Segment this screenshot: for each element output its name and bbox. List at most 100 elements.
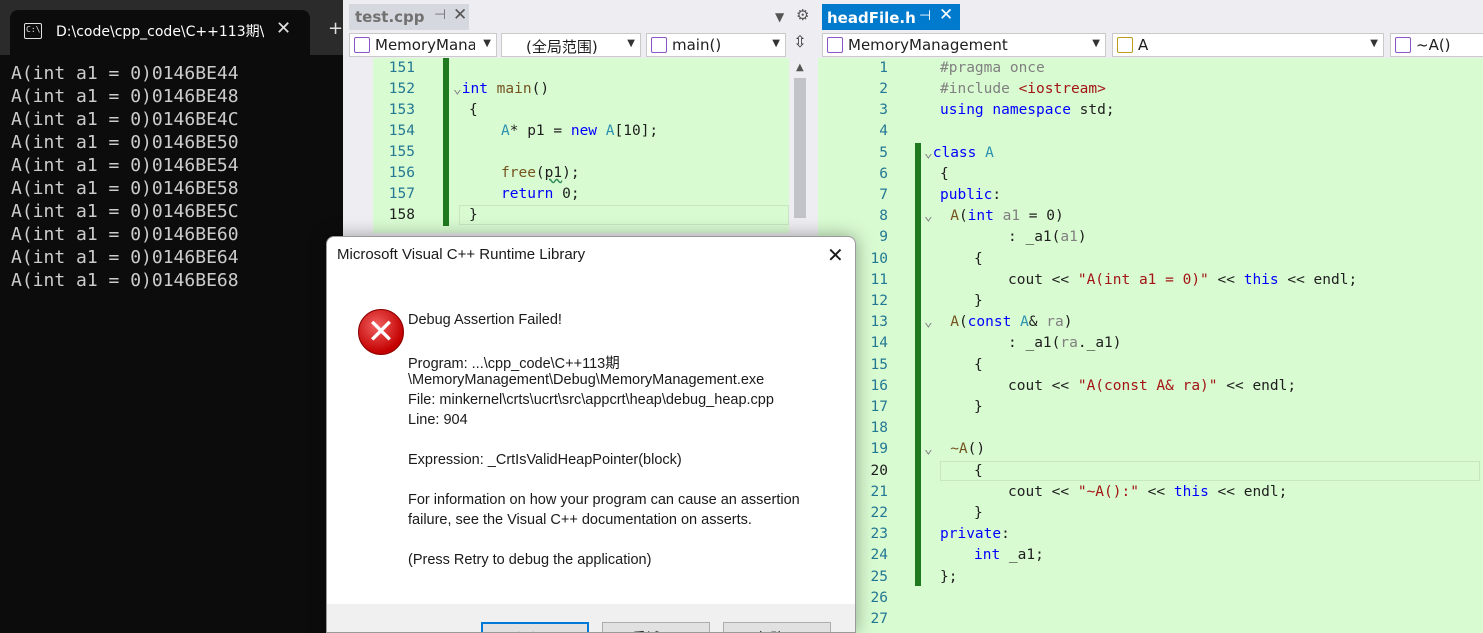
close-icon[interactable]: ✕ xyxy=(453,5,467,25)
code-line: ⌄int main() xyxy=(453,81,550,97)
method-icon xyxy=(651,37,667,53)
pin-icon[interactable]: ⊣ xyxy=(434,7,446,23)
line-number: 7 xyxy=(879,187,888,203)
new-tab-icon[interactable]: + xyxy=(328,18,343,39)
line-number-line: Line: 904 xyxy=(408,412,468,428)
line-number: 154 xyxy=(388,123,415,139)
navigation-bar: MemoryMana ▼ (全局范围) ▼ main() ▼ ⇳ xyxy=(343,30,818,58)
scrollbar-thumb[interactable] xyxy=(794,78,806,218)
tab-test-cpp[interactable]: test.cpp ⊣ ✕ xyxy=(349,4,469,30)
console-line: A(int a1 = 0)0146BE48 xyxy=(11,86,239,107)
line-number: 151 xyxy=(388,60,415,76)
file-line: File: minkernel\crts\ucrt\src\appcrt\hea… xyxy=(408,392,774,408)
console-tab-title: D:\code\cpp_code\C++113期\I xyxy=(56,24,264,40)
tab-bar: test.cpp ⊣ ✕ ▼ ⚙ xyxy=(343,0,818,32)
console-line: A(int a1 = 0)0146BE60 xyxy=(11,224,239,245)
split-window-icon[interactable]: ⇳ xyxy=(789,32,811,54)
line-number: 5 xyxy=(879,145,888,161)
retry-button[interactable]: 重试(R) xyxy=(602,622,710,632)
project-icon xyxy=(827,37,843,53)
close-icon[interactable]: ✕ xyxy=(827,243,844,267)
tab-list-dropdown-icon[interactable]: ▼ xyxy=(775,10,784,24)
collapse-icon[interactable]: ⌄ xyxy=(924,145,933,161)
code-line: cout << "A(const A& ra)" << endl; xyxy=(1008,378,1297,394)
error-icon: ✕ xyxy=(358,309,404,355)
collapse-icon[interactable]: ⌄ xyxy=(924,208,933,224)
line-number: 2 xyxy=(879,81,888,97)
scope-combo[interactable]: (全局范围) ▼ xyxy=(501,33,641,57)
gear-icon[interactable]: ⚙ xyxy=(796,6,809,24)
code-line: ⌄ A(const A& ra) xyxy=(924,314,1073,330)
vertical-scrollbar[interactable]: ▲ xyxy=(790,58,812,233)
info-line: For information on how your program can … xyxy=(408,492,800,508)
line-number: 156 xyxy=(388,165,415,181)
code-line: ⌄class A xyxy=(924,145,994,161)
member-combo[interactable]: main() ▼ xyxy=(646,33,786,57)
chevron-down-icon: ▼ xyxy=(1370,38,1378,49)
scope-combo-value: (全局范围) xyxy=(526,38,598,56)
project-combo-value: MemoryManagement xyxy=(848,36,1008,54)
code-line: : _a1(ra._a1) xyxy=(1008,335,1122,351)
code-line: } xyxy=(974,293,983,309)
line-number: 3 xyxy=(879,102,888,118)
code-line: ⌄ A(int a1 = 0) xyxy=(924,208,1064,224)
assertion-dialog: Microsoft Visual C++ Runtime Library ✕ ✕… xyxy=(326,236,856,633)
console-window: C:\ D:\code\cpp_code\C++113期\I ✕ + A(int… xyxy=(0,0,343,633)
close-icon[interactable]: ✕ xyxy=(939,5,953,25)
expression-line: Expression: _CrtIsValidHeapPointer(block… xyxy=(408,452,682,468)
line-number: 155 xyxy=(388,144,415,160)
code-line: } xyxy=(974,399,983,415)
code-line: { xyxy=(974,357,983,373)
code-line: cout << "~A():" << this << endl; xyxy=(1008,484,1288,500)
current-line-highlight xyxy=(940,461,1480,481)
line-number: 6 xyxy=(879,166,888,182)
code-line: ⌄ ~A() xyxy=(924,441,986,457)
scroll-up-icon[interactable]: ▲ xyxy=(796,62,804,73)
class-combo[interactable]: A ▼ xyxy=(1112,33,1384,57)
collapse-icon[interactable]: ⌄ xyxy=(453,81,462,97)
ignore-button[interactable]: 忽略(I) xyxy=(723,622,831,632)
abort-button[interactable]: 中止(A) xyxy=(481,622,589,632)
console-tab[interactable]: C:\ D:\code\cpp_code\C++113期\I ✕ xyxy=(10,10,310,55)
line-number: 8 xyxy=(879,208,888,224)
code-line: } xyxy=(974,505,983,521)
tab-headfile-h[interactable]: headFile.h ⊣ ✕ xyxy=(822,4,960,32)
code-line: A* p1 = new A[10]; xyxy=(501,123,659,139)
member-combo-value: ~A() xyxy=(1416,36,1451,54)
member-combo[interactable]: ~A() xyxy=(1390,33,1483,57)
console-line: A(int a1 = 0)0146BE50 xyxy=(11,132,239,153)
line-number: 153 xyxy=(388,102,415,118)
code-line: #include <iostream> xyxy=(940,81,1106,97)
code-line: }; xyxy=(940,569,958,585)
pin-icon[interactable]: ⊣ xyxy=(919,8,931,24)
retry-hint: (Press Retry to debug the application) xyxy=(408,552,652,568)
console-line: A(int a1 = 0)0146BE68 xyxy=(11,270,239,291)
chevron-down-icon: ▼ xyxy=(1092,38,1100,49)
program-line: Program: ...\cpp_code\C++113期 xyxy=(408,356,620,372)
code-line: return 0; xyxy=(501,186,580,202)
tab-label: test.cpp xyxy=(355,8,425,26)
method-icon xyxy=(1395,37,1411,53)
code-line: public: xyxy=(940,187,1002,203)
class-icon xyxy=(1117,37,1133,53)
info-line: failure, see the Visual C++ documentatio… xyxy=(408,512,752,528)
code-line: int _a1; xyxy=(974,547,1044,563)
console-output: A(int a1 = 0)0146BE44 A(int a1 = 0)0146B… xyxy=(11,62,239,292)
console-line: A(int a1 = 0)0146BE5C xyxy=(11,201,239,222)
code-line: #pragma once xyxy=(940,60,1045,76)
project-combo-value: MemoryMana xyxy=(375,36,475,54)
collapse-icon[interactable]: ⌄ xyxy=(924,314,933,330)
close-icon[interactable]: ✕ xyxy=(276,18,291,39)
current-line-number: 158 xyxy=(388,207,415,223)
console-line: A(int a1 = 0)0146BE44 xyxy=(11,63,239,84)
change-indicator xyxy=(915,143,921,586)
code-line: free(p1); xyxy=(501,165,580,181)
project-combo[interactable]: MemoryMana ▼ xyxy=(349,33,497,57)
code-line: { xyxy=(974,463,983,479)
collapse-icon[interactable]: ⌄ xyxy=(924,441,933,457)
console-line: A(int a1 = 0)0146BE64 xyxy=(11,247,239,268)
code-line: { xyxy=(974,251,983,267)
project-combo[interactable]: MemoryManagement ▼ xyxy=(822,33,1106,57)
class-combo-value: A xyxy=(1138,36,1149,54)
code-area[interactable]: 151 152 153 154 155 156 157 158 ⌄int mai… xyxy=(373,58,789,233)
